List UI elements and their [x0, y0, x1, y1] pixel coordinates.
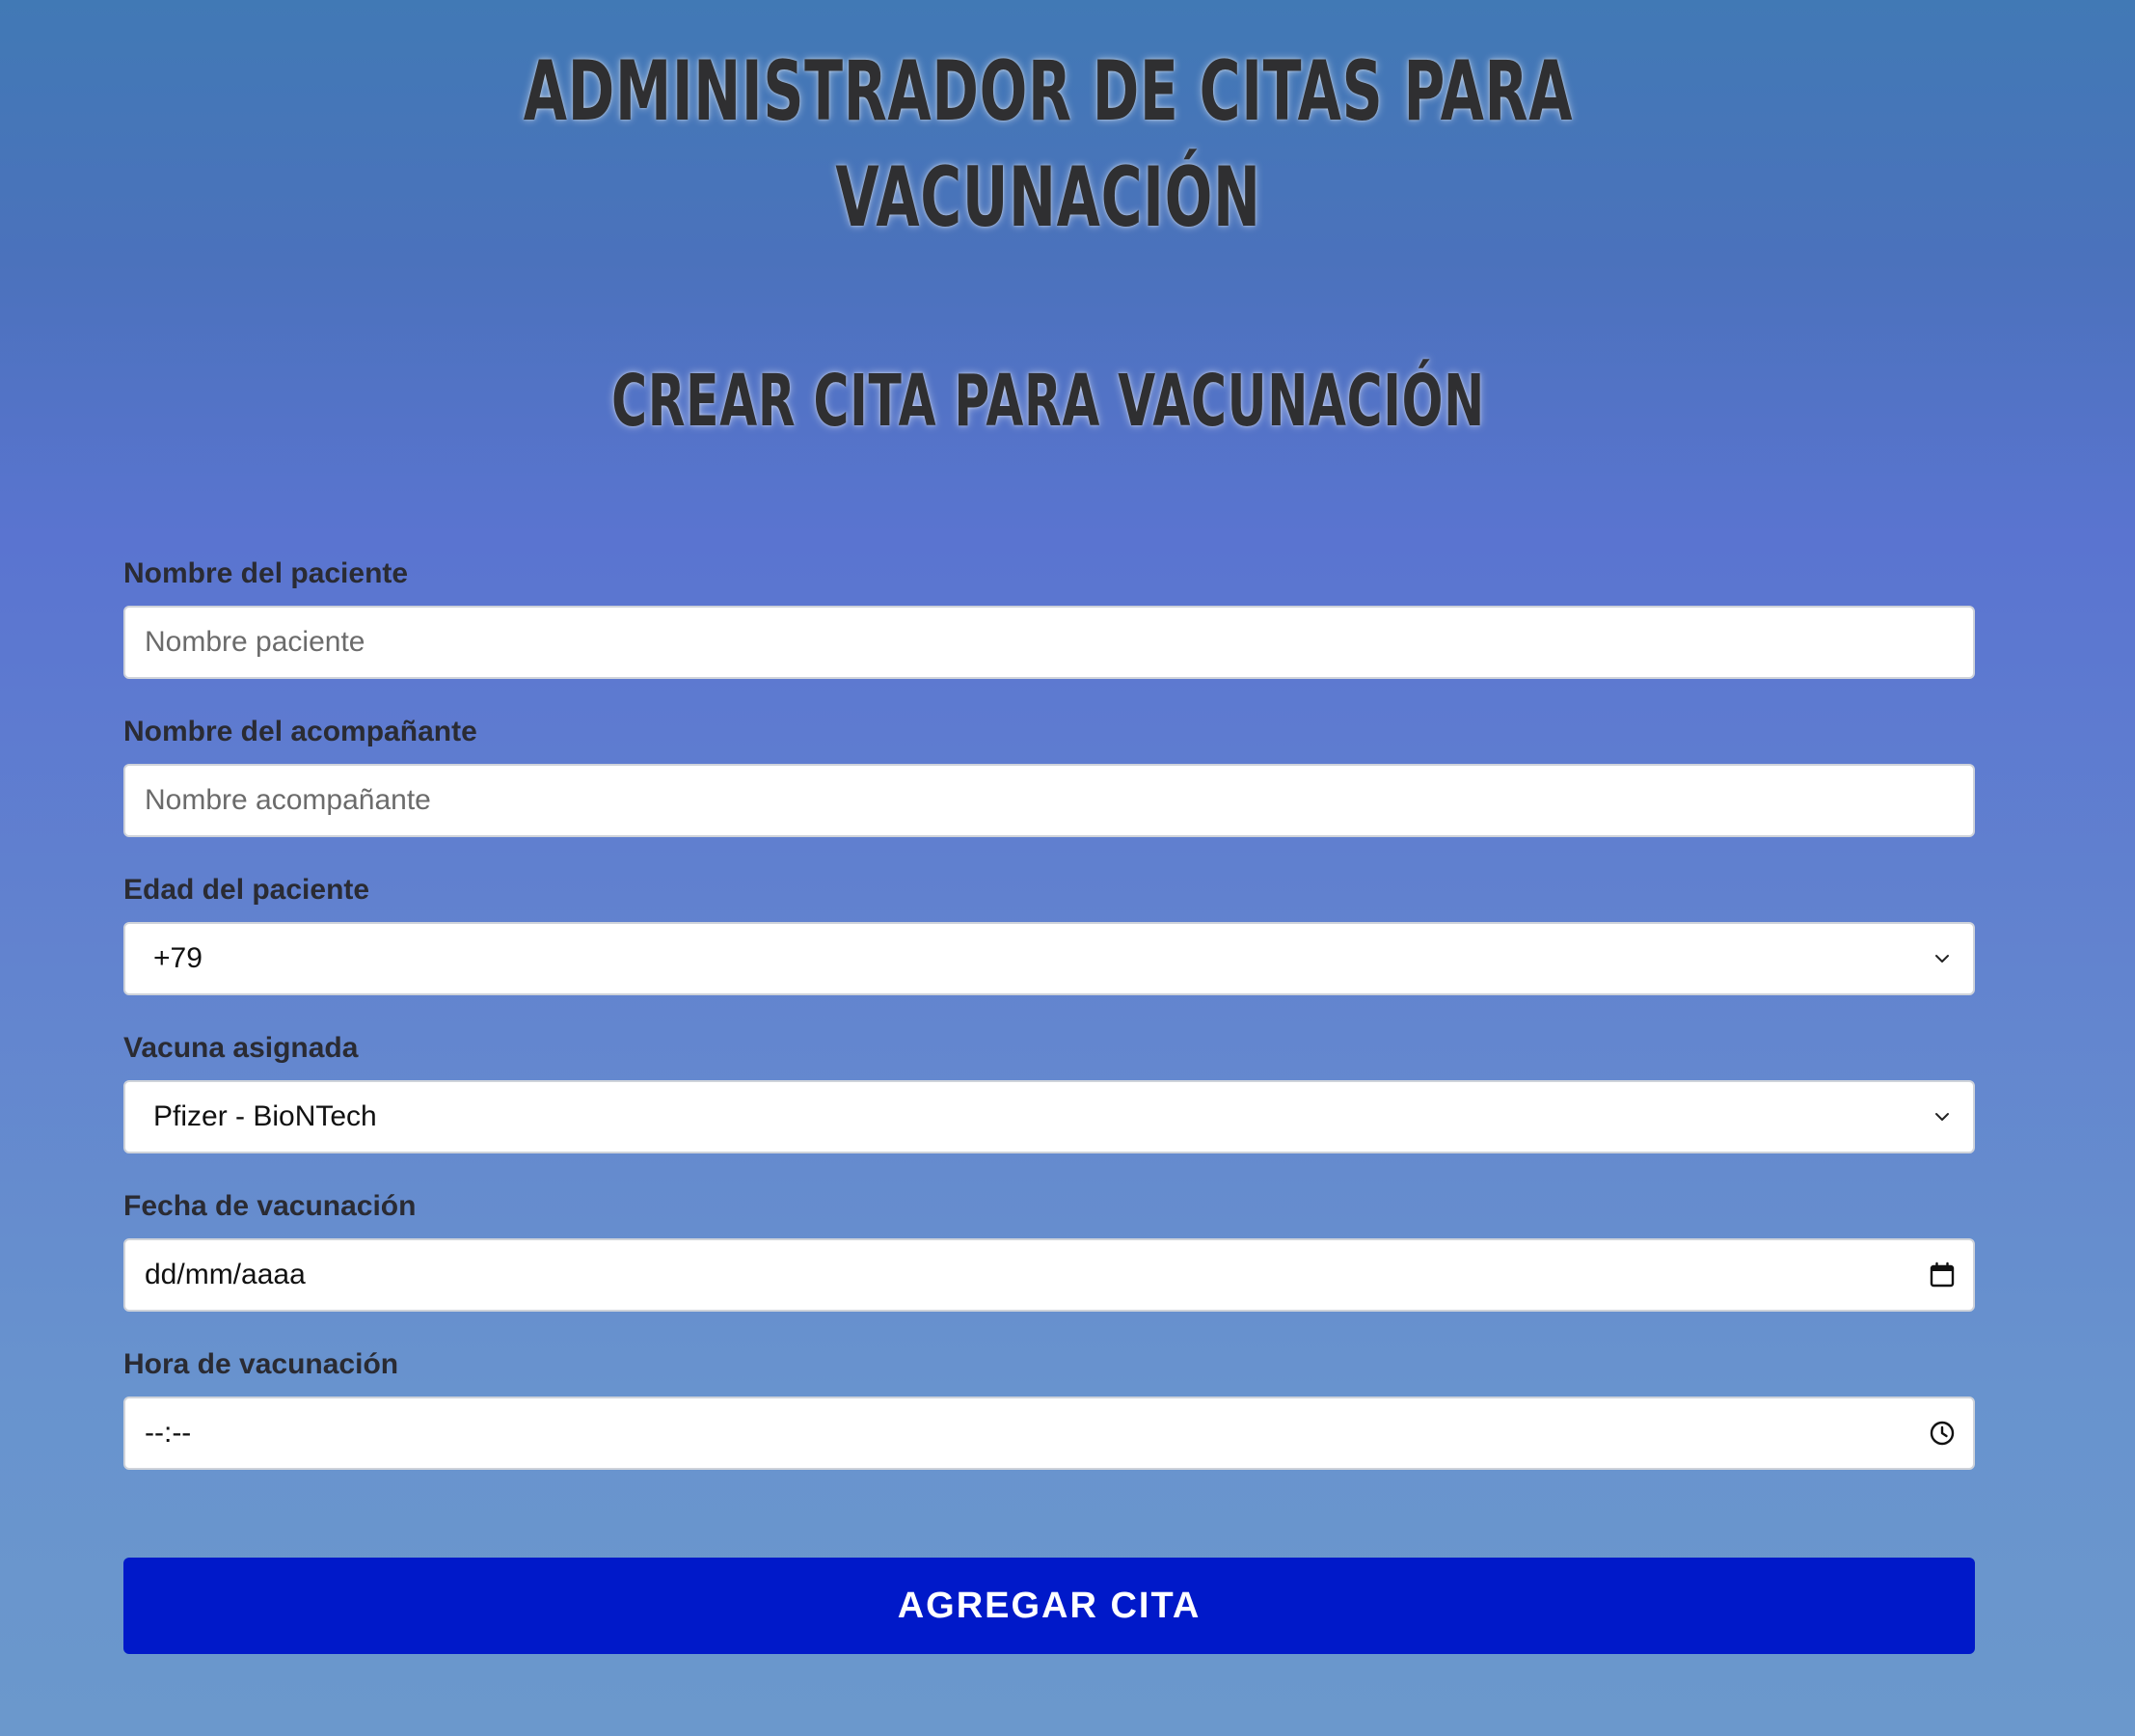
- patient-name-input[interactable]: [145, 626, 1954, 659]
- patient-name-field[interactable]: [123, 606, 1975, 679]
- form-title: Crear cita para vacunación: [611, 360, 1485, 443]
- patient-age-label: Edad del paciente: [123, 874, 370, 906]
- patient-name-group: Nombre del paciente: [123, 550, 1975, 708]
- add-appointment-button[interactable]: Agregar cita: [123, 1558, 1975, 1654]
- chevron-down-icon: [1927, 1101, 1958, 1132]
- calendar-icon[interactable]: [1927, 1260, 1958, 1290]
- companion-name-label: Nombre del acompañante: [123, 716, 477, 747]
- vaccine-label: Vacuna asignada: [123, 1032, 359, 1064]
- date-label: Fecha de vacunación: [123, 1190, 417, 1222]
- patient-age-selected-value: +79: [153, 942, 203, 974]
- patient-name-label: Nombre del paciente: [123, 557, 409, 589]
- patient-age-group: Edad del paciente +79: [123, 866, 1975, 1024]
- date-input[interactable]: dd/mm/aaaa: [123, 1238, 1975, 1312]
- date-display: dd/mm/aaaa: [145, 1259, 306, 1290]
- vaccine-select[interactable]: Pfizer - BioNTech: [123, 1080, 1975, 1153]
- companion-name-group: Nombre del acompañante: [123, 708, 1975, 866]
- clock-icon[interactable]: [1927, 1418, 1958, 1449]
- date-group: Fecha de vacunación dd/mm/aaaa: [123, 1182, 1975, 1341]
- app-title: Administrador de citas para vacunación: [523, 43, 1574, 246]
- time-label: Hora de vacunación: [123, 1348, 399, 1380]
- time-input[interactable]: --:--: [123, 1397, 1975, 1470]
- companion-name-input[interactable]: [145, 784, 1954, 817]
- vaccine-selected-value: Pfizer - BioNTech: [153, 1100, 377, 1132]
- time-display: --:--: [145, 1417, 192, 1449]
- companion-name-field[interactable]: [123, 764, 1975, 837]
- appointment-form: Nombre del paciente Nombre del acompañan…: [123, 550, 1975, 1499]
- chevron-down-icon: [1927, 943, 1958, 974]
- patient-age-select[interactable]: +79: [123, 922, 1975, 995]
- time-group: Hora de vacunación --:--: [123, 1341, 1975, 1499]
- vaccine-group: Vacuna asignada Pfizer - BioNTech: [123, 1024, 1975, 1182]
